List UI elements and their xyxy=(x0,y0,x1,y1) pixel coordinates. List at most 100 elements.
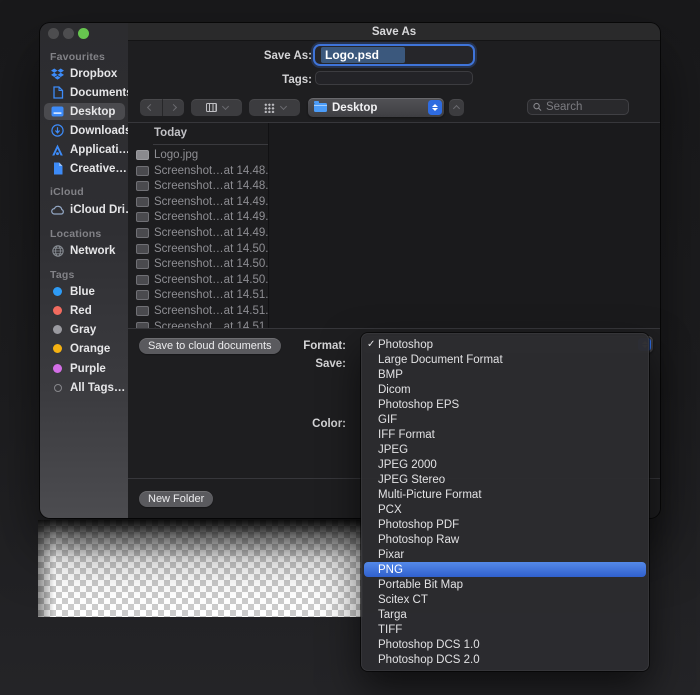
minimize-window-button[interactable] xyxy=(63,28,74,39)
sidebar-item-downloads[interactable]: Downloads xyxy=(44,122,125,139)
dialog-title: Save As xyxy=(372,26,416,38)
menu-item-photoshop-eps[interactable]: Photoshop EPS xyxy=(361,397,649,412)
file-thumbnail-icon xyxy=(136,181,149,191)
new-folder-button[interactable]: New Folder xyxy=(139,491,213,507)
file-thumbnail-icon xyxy=(136,244,149,254)
file-thumbnail-icon xyxy=(136,290,149,300)
sidebar-item-label: Downloads xyxy=(70,125,128,137)
file-row[interactable]: Logo.jpg xyxy=(128,147,268,162)
browser-divider xyxy=(128,328,660,329)
search-icon xyxy=(533,102,542,112)
file-row[interactable]: Screenshot…at 14.50.27 xyxy=(128,241,268,256)
menu-item-photoshop-raw[interactable]: Photoshop Raw xyxy=(361,532,649,547)
tags-input[interactable] xyxy=(315,71,473,85)
column-view-button[interactable] xyxy=(191,99,242,116)
file-list-column: Today Logo.jpg Screenshot…at 14.48.42 Sc… xyxy=(128,123,269,328)
menu-item-jpeg[interactable]: JPEG xyxy=(361,442,649,457)
menu-item-multi-picture-format[interactable]: Multi-Picture Format xyxy=(361,487,649,502)
sidebar-item-dropbox[interactable]: Dropbox xyxy=(44,65,125,82)
menu-item-gif[interactable]: GIF xyxy=(361,412,649,427)
sidebar-item-label: Applicati… xyxy=(70,144,128,156)
checkmark-icon: ✓ xyxy=(367,337,378,352)
sidebar-item-applications[interactable]: Applicati… xyxy=(44,141,125,158)
filename-input[interactable]: Logo.psd xyxy=(315,46,473,64)
menu-item-large-document-format[interactable]: Large Document Format xyxy=(361,352,649,367)
sidebar-item-creative-cloud[interactable]: Creative… xyxy=(44,160,125,177)
menu-item-photoshop-dcs-2[interactable]: Photoshop DCS 2.0 xyxy=(361,652,649,667)
file-icon xyxy=(50,162,65,175)
disclosure-button[interactable] xyxy=(449,99,464,116)
filename-selected-text: Logo.psd xyxy=(321,47,405,63)
menu-item-jpeg-stereo[interactable]: JPEG Stereo xyxy=(361,472,649,487)
traffic-lights xyxy=(48,28,89,39)
stepper-icon xyxy=(428,100,442,115)
menu-item-portable-bit-map[interactable]: Portable Bit Map xyxy=(361,577,649,592)
menu-item-bmp[interactable]: BMP xyxy=(361,367,649,382)
document-icon xyxy=(50,86,65,99)
file-row[interactable]: Screenshot…at 14.50.43 xyxy=(128,256,268,271)
menu-item-targa[interactable]: Targa xyxy=(361,607,649,622)
sidebar-item-label: Documents xyxy=(70,87,128,99)
sidebar-item-network[interactable]: Network xyxy=(44,242,125,259)
menu-item-dicom[interactable]: Dicom xyxy=(361,382,649,397)
blue-tag-dot-icon xyxy=(50,285,65,298)
zoom-window-button[interactable] xyxy=(78,28,89,39)
location-select[interactable]: Desktop xyxy=(308,98,444,117)
dropbox-icon xyxy=(50,67,65,80)
sidebar-item-documents[interactable]: Documents xyxy=(44,84,125,101)
icloud-icon xyxy=(50,203,65,216)
file-row[interactable]: Screenshot…at 14.51.50 xyxy=(128,303,268,318)
menu-item-photoshop-dcs-1[interactable]: Photoshop DCS 1.0 xyxy=(361,637,649,652)
file-row[interactable]: Screenshot…at 14.49.13 xyxy=(128,194,268,209)
menu-item-photoshop-pdf[interactable]: Photoshop PDF xyxy=(361,517,649,532)
menu-item-photoshop[interactable]: ✓Photoshop xyxy=(361,337,649,352)
sidebar-item-tag-blue[interactable]: Blue xyxy=(44,283,125,300)
search-input[interactable] xyxy=(542,101,623,113)
browser-empty-pane xyxy=(269,123,660,328)
search-field[interactable] xyxy=(527,99,629,115)
file-thumbnail-icon xyxy=(136,150,149,160)
group-view-button[interactable] xyxy=(249,99,300,116)
sidebar-item-tag-orange[interactable]: Orange xyxy=(44,340,125,357)
chevron-down-icon xyxy=(279,103,286,110)
sidebar-item-tag-gray[interactable]: Gray xyxy=(44,321,125,338)
transparent-canvas-checkerboard xyxy=(38,520,363,617)
file-row[interactable]: Screenshot…at 14.51.58 xyxy=(128,319,268,328)
save-label: Save: xyxy=(228,358,346,370)
menu-item-scitex-ct[interactable]: Scitex CT xyxy=(361,592,649,607)
file-row[interactable]: Screenshot…at 14.49.36 xyxy=(128,209,268,224)
menu-item-pixar[interactable]: Pixar xyxy=(361,547,649,562)
sidebar-item-icloud-drive[interactable]: iCloud Dri… xyxy=(44,201,125,218)
sidebar-item-label: Gray xyxy=(70,324,96,336)
sidebar-item-label: Blue xyxy=(70,286,95,298)
sidebar-item-tag-red[interactable]: Red xyxy=(44,302,125,319)
sidebar-item-desktop[interactable]: Desktop xyxy=(44,103,125,120)
file-row[interactable]: Screenshot…at 14.48.58 xyxy=(128,178,268,193)
file-row[interactable]: Screenshot…at 14.51.13 xyxy=(128,287,268,302)
sidebar-item-all-tags[interactable]: All Tags… xyxy=(44,379,125,396)
sidebar-item-label: Dropbox xyxy=(70,68,117,80)
photoshop-save-as-screen: Favourites Dropbox Documents Desktop D xyxy=(0,0,700,695)
file-thumbnail-icon xyxy=(136,259,149,269)
menu-item-pcx[interactable]: PCX xyxy=(361,502,649,517)
menu-item-iff-format[interactable]: IFF Format xyxy=(361,427,649,442)
back-button[interactable] xyxy=(140,99,163,116)
menu-item-png-highlighted[interactable]: PNG xyxy=(364,562,646,577)
downloads-icon xyxy=(50,124,65,137)
back-chevron-icon xyxy=(147,104,154,111)
menu-item-tiff[interactable]: TIFF xyxy=(361,622,649,637)
gray-tag-dot-icon xyxy=(50,323,65,336)
orange-tag-dot-icon xyxy=(50,342,65,355)
grid-view-icon xyxy=(264,103,275,113)
file-row[interactable]: Screenshot…at 14.50.56 xyxy=(128,272,268,287)
all-tags-icon xyxy=(50,381,65,394)
sidebar-item-label: Orange xyxy=(70,343,110,355)
sidebar-item-tag-purple[interactable]: Purple xyxy=(44,360,125,377)
close-window-button[interactable] xyxy=(48,28,59,39)
sidebar-item-label: iCloud Dri… xyxy=(70,204,128,216)
file-row[interactable]: Screenshot…at 14.49.59 xyxy=(128,225,268,240)
menu-item-jpeg-2000[interactable]: JPEG 2000 xyxy=(361,457,649,472)
file-row[interactable]: Screenshot…at 14.48.42 xyxy=(128,163,268,178)
format-label: Format: xyxy=(228,340,346,352)
forward-button[interactable] xyxy=(163,99,185,116)
